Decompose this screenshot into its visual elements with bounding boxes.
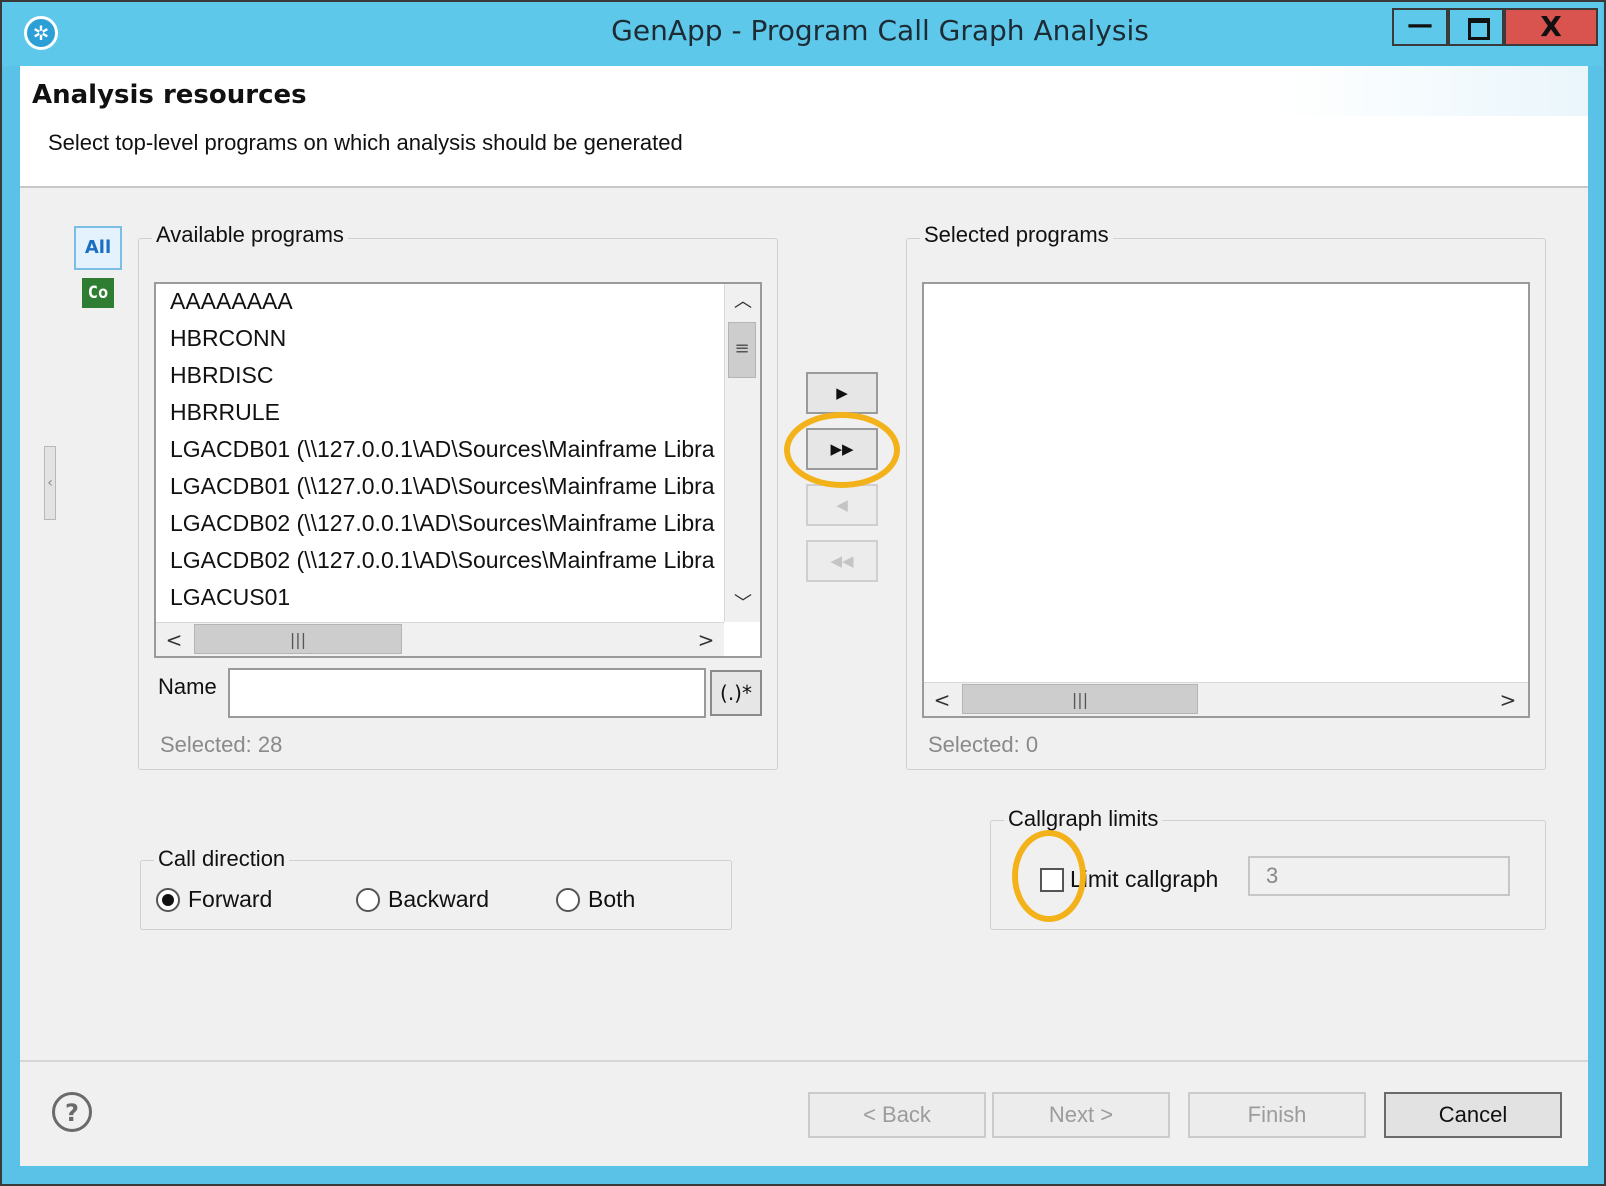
maximize-icon xyxy=(1468,18,1490,40)
remove-all-button[interactable]: ◀◀ xyxy=(806,540,878,582)
show-all-button[interactable]: All xyxy=(74,226,122,270)
scroll-right-icon[interactable]: > xyxy=(1494,684,1522,716)
available-programs-label: Available programs xyxy=(152,222,348,248)
list-item[interactable]: HBRRULE xyxy=(170,399,280,426)
list-item[interactable]: AAAAAAAA xyxy=(170,288,293,315)
header-decoration xyxy=(1280,66,1588,116)
regex-toggle-button[interactable]: (.)* xyxy=(710,670,762,716)
horizontal-scroll-thumb[interactable]: ||| xyxy=(194,624,402,654)
close-button[interactable]: X xyxy=(1504,8,1598,46)
help-icon[interactable]: ? xyxy=(52,1092,92,1132)
vertical-scroll-thumb[interactable]: ≡ xyxy=(728,322,756,378)
highlight-ring-add-all xyxy=(784,412,900,488)
cancel-button[interactable]: Cancel xyxy=(1384,1092,1562,1138)
page-title: Analysis resources xyxy=(32,80,307,110)
minimize-button[interactable]: — xyxy=(1392,8,1448,46)
name-filter-label: Name xyxy=(158,674,217,699)
page-description: Select top-level programs on which analy… xyxy=(48,130,683,155)
scroll-right-icon[interactable]: > xyxy=(692,624,720,656)
footer-divider xyxy=(20,1060,1588,1062)
cobol-filter-button[interactable]: Co xyxy=(82,278,114,308)
finish-button[interactable]: Finish xyxy=(1188,1092,1366,1138)
available-selected-count: Selected: 28 xyxy=(160,732,283,757)
call-direction-label: Call direction xyxy=(154,846,290,872)
next-button[interactable]: Next > xyxy=(992,1092,1170,1138)
list-item[interactable]: LGACUS01 xyxy=(170,584,290,611)
radio-indicator[interactable] xyxy=(356,888,380,912)
name-filter-input[interactable] xyxy=(228,668,706,718)
window-title: GenApp - Program Call Graph Analysis xyxy=(611,14,1149,47)
selected-programs-label: Selected programs xyxy=(920,222,1113,248)
limit-depth-input[interactable] xyxy=(1248,856,1510,896)
list-item[interactable]: LGACDB01 (\\127.0.0.1\AD\Sources\Mainfra… xyxy=(170,473,715,500)
back-button[interactable]: < Back xyxy=(808,1092,986,1138)
highlight-ring-limit-checkbox xyxy=(1012,830,1086,922)
collapse-panel-handle[interactable]: ‹ xyxy=(44,446,56,520)
scroll-up-icon[interactable]: ︿ xyxy=(726,286,760,318)
radio-label: Both xyxy=(588,886,636,912)
maximize-button[interactable] xyxy=(1448,8,1504,46)
available-programs-list[interactable]: AAAAAAAA HBRCONN HBRDISC HBRRULE LGACDB0… xyxy=(154,282,762,658)
scroll-left-icon[interactable]: < xyxy=(928,684,956,716)
radio-indicator[interactable] xyxy=(556,888,580,912)
list-item[interactable]: HBRCONN xyxy=(170,325,286,352)
horizontal-scroll-thumb[interactable]: ||| xyxy=(962,684,1198,714)
add-selected-button[interactable]: ▶ xyxy=(806,372,878,414)
list-item[interactable]: HBRDISC xyxy=(170,362,274,389)
selected-count: Selected: 0 xyxy=(928,732,1039,757)
scroll-left-icon[interactable]: < xyxy=(160,624,188,656)
list-item[interactable]: LGACDB02 (\\127.0.0.1\AD\Sources\Mainfra… xyxy=(170,547,715,574)
list-item[interactable]: LGACDB01 (\\127.0.0.1\AD\Sources\Mainfra… xyxy=(170,436,715,463)
radio-selected-dot xyxy=(162,894,174,906)
limit-callgraph-label[interactable]: Limit callgraph xyxy=(1070,866,1218,893)
scroll-down-icon[interactable]: ﹀ xyxy=(726,588,760,620)
remove-selected-button[interactable]: ◀ xyxy=(806,484,878,526)
radio-indicator[interactable] xyxy=(156,888,180,912)
list-item[interactable]: LGACDB02 (\\127.0.0.1\AD\Sources\Mainfra… xyxy=(170,510,715,537)
callgraph-limits-label: Callgraph limits xyxy=(1004,806,1163,832)
radio-label: Forward xyxy=(188,886,273,912)
selected-programs-list[interactable] xyxy=(922,282,1530,718)
radio-label: Backward xyxy=(388,886,489,912)
